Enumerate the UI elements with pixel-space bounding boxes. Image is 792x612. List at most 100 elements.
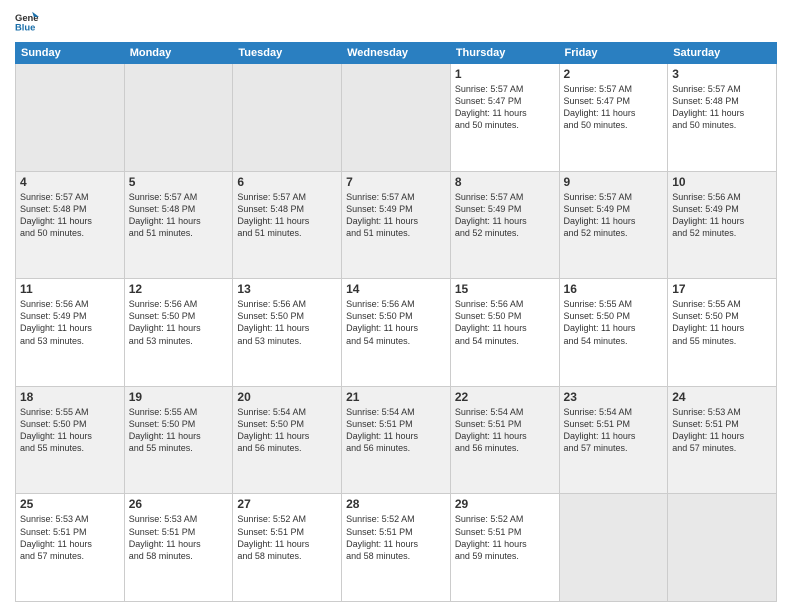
calendar-cell: 3 Sunrise: 5:57 AM Sunset: 5:48 PM Daylig…	[668, 64, 777, 172]
calendar-cell: 16 Sunrise: 5:55 AM Sunset: 5:50 PM Dayli…	[559, 279, 668, 387]
day-info: Sunrise: 5:57 AM Sunset: 5:47 PM Dayligh…	[455, 83, 555, 132]
header-cell-saturday: Saturday	[668, 43, 777, 64]
day-info: Sunrise: 5:54 AM Sunset: 5:51 PM Dayligh…	[455, 406, 555, 455]
day-number: 27	[237, 497, 337, 511]
calendar-cell: 19Sunrise: 5:55 AM Sunset: 5:50 PM Dayli…	[124, 386, 233, 494]
calendar-cell	[668, 494, 777, 602]
day-info: Sunrise: 5:56 AM Sunset: 5:50 PM Dayligh…	[129, 298, 229, 347]
day-info: Sunrise: 5:56 AM Sunset: 5:50 PM Dayligh…	[237, 298, 337, 347]
header-cell-sunday: Sunday	[16, 43, 125, 64]
calendar-cell: 8 Sunrise: 5:57 AM Sunset: 5:49 PM Daylig…	[450, 171, 559, 279]
calendar-cell: 25 Sunrise: 5:53 AM Sunset: 5:51 PM Dayli…	[16, 494, 125, 602]
svg-text:Blue: Blue	[15, 22, 35, 33]
calendar-header: SundayMondayTuesdayWednesdayThursdayFrid…	[16, 43, 777, 64]
day-info: Sunrise: 5:57 AM Sunset: 5:48 PM Dayligh…	[129, 191, 229, 240]
calendar-cell: 15Sunrise: 5:56 AM Sunset: 5:50 PM Dayli…	[450, 279, 559, 387]
day-info: Sunrise: 5:53 AM Sunset: 5:51 PM Dayligh…	[20, 513, 120, 562]
calendar-cell	[16, 64, 125, 172]
header: General Blue	[15, 10, 777, 34]
day-number: 11	[20, 282, 120, 296]
calendar-cell	[233, 64, 342, 172]
calendar-cell: 4Sunrise: 5:57 AM Sunset: 5:48 PM Daylig…	[16, 171, 125, 279]
day-info: Sunrise: 5:52 AM Sunset: 5:51 PM Dayligh…	[346, 513, 446, 562]
day-info: Sunrise: 5:55 AM Sunset: 5:50 PM Dayligh…	[129, 406, 229, 455]
header-cell-thursday: Thursday	[450, 43, 559, 64]
day-info: Sunrise: 5:55 AM Sunset: 5:50 PM Dayligh…	[672, 298, 772, 347]
logo: General Blue	[15, 10, 43, 34]
day-number: 21	[346, 390, 446, 404]
calendar-cell	[342, 64, 451, 172]
day-number: 7	[346, 175, 446, 189]
day-number: 22	[455, 390, 555, 404]
day-info: Sunrise: 5:55 AM Sunset: 5:50 PM Dayligh…	[20, 406, 120, 455]
calendar-cell: 24 Sunrise: 5:53 AM Sunset: 5:51 PM Dayli…	[668, 386, 777, 494]
day-info: Sunrise: 5:57 AM Sunset: 5:48 PM Dayligh…	[237, 191, 337, 240]
day-number: 26	[129, 497, 229, 511]
day-number: 12	[129, 282, 229, 296]
day-info: Sunrise: 5:55 AM Sunset: 5:50 PM Dayligh…	[564, 298, 664, 347]
calendar-cell: 17 Sunrise: 5:55 AM Sunset: 5:50 PM Dayli…	[668, 279, 777, 387]
header-cell-wednesday: Wednesday	[342, 43, 451, 64]
day-info: Sunrise: 5:57 AM Sunset: 5:49 PM Dayligh…	[564, 191, 664, 240]
day-number: 23	[564, 390, 664, 404]
calendar-cell: 9Sunrise: 5:57 AM Sunset: 5:49 PM Daylig…	[559, 171, 668, 279]
day-number: 14	[346, 282, 446, 296]
day-number: 16	[564, 282, 664, 296]
day-number: 4	[20, 175, 120, 189]
day-number: 17	[672, 282, 772, 296]
header-cell-tuesday: Tuesday	[233, 43, 342, 64]
calendar-cell: 26 Sunrise: 5:53 AM Sunset: 5:51 PM Dayli…	[124, 494, 233, 602]
calendar-cell: 14 Sunrise: 5:56 AM Sunset: 5:50 PM Dayli…	[342, 279, 451, 387]
calendar-cell: 7 Sunrise: 5:57 AM Sunset: 5:49 PM Daylig…	[342, 171, 451, 279]
day-info: Sunrise: 5:57 AM Sunset: 5:49 PM Dayligh…	[455, 191, 555, 240]
day-number: 20	[237, 390, 337, 404]
day-info: Sunrise: 5:53 AM Sunset: 5:51 PM Dayligh…	[672, 406, 772, 455]
calendar-cell: 21 Sunrise: 5:54 AM Sunset: 5:51 PM Dayli…	[342, 386, 451, 494]
day-number: 6	[237, 175, 337, 189]
calendar-cell: 10 Sunrise: 5:56 AM Sunset: 5:49 PM Dayli…	[668, 171, 777, 279]
calendar-week-1: 4 Sunrise: 5:57 AM Sunset: 5:48 PM Daylig…	[16, 171, 777, 279]
calendar-cell: 13 Sunrise: 5:56 AM Sunset: 5:50 PM Dayli…	[233, 279, 342, 387]
calendar-cell: 6 Sunrise: 5:57 AM Sunset: 5:48 PM Daylig…	[233, 171, 342, 279]
calendar-week-4: 25 Sunrise: 5:53 AM Sunset: 5:51 PM Dayli…	[16, 494, 777, 602]
calendar-cell: 23 Sunrise: 5:54 AM Sunset: 5:51 PM Dayli…	[559, 386, 668, 494]
day-number: 25	[20, 497, 120, 511]
day-info: Sunrise: 5:53 AM Sunset: 5:51 PM Dayligh…	[129, 513, 229, 562]
day-number: 10	[672, 175, 772, 189]
day-number: 3	[672, 67, 772, 81]
calendar-cell: 29 Sunrise: 5:52 AM Sunset: 5:51 PM Dayli…	[450, 494, 559, 602]
calendar-cell: 2Sunrise: 5:57 AM Sunset: 5:47 PM Daylig…	[559, 64, 668, 172]
day-info: Sunrise: 5:54 AM Sunset: 5:51 PM Dayligh…	[346, 406, 446, 455]
day-number: 5	[129, 175, 229, 189]
header-cell-friday: Friday	[559, 43, 668, 64]
calendar-week-3: 18Sunrise: 5:55 AM Sunset: 5:50 PM Dayli…	[16, 386, 777, 494]
calendar-table: SundayMondayTuesdayWednesdayThursdayFrid…	[15, 42, 777, 602]
calendar-cell: 18Sunrise: 5:55 AM Sunset: 5:50 PM Dayli…	[16, 386, 125, 494]
calendar-cell: 5 Sunrise: 5:57 AM Sunset: 5:48 PM Daylig…	[124, 171, 233, 279]
day-number: 24	[672, 390, 772, 404]
calendar-week-2: 11 Sunrise: 5:56 AM Sunset: 5:49 PM Dayli…	[16, 279, 777, 387]
day-info: Sunrise: 5:57 AM Sunset: 5:48 PM Dayligh…	[672, 83, 772, 132]
calendar-cell	[559, 494, 668, 602]
day-number: 8	[455, 175, 555, 189]
day-number: 13	[237, 282, 337, 296]
logo-icon: General Blue	[15, 10, 39, 34]
calendar-cell: 1 Sunrise: 5:57 AM Sunset: 5:47 PM Daylig…	[450, 64, 559, 172]
day-info: Sunrise: 5:56 AM Sunset: 5:50 PM Dayligh…	[455, 298, 555, 347]
day-info: Sunrise: 5:57 AM Sunset: 5:49 PM Dayligh…	[346, 191, 446, 240]
day-info: Sunrise: 5:56 AM Sunset: 5:49 PM Dayligh…	[20, 298, 120, 347]
day-number: 29	[455, 497, 555, 511]
calendar-cell	[124, 64, 233, 172]
day-info: Sunrise: 5:56 AM Sunset: 5:50 PM Dayligh…	[346, 298, 446, 347]
day-info: Sunrise: 5:52 AM Sunset: 5:51 PM Dayligh…	[237, 513, 337, 562]
calendar-cell: 27 Sunrise: 5:52 AM Sunset: 5:51 PM Dayli…	[233, 494, 342, 602]
day-info: Sunrise: 5:52 AM Sunset: 5:51 PM Dayligh…	[455, 513, 555, 562]
day-info: Sunrise: 5:54 AM Sunset: 5:51 PM Dayligh…	[564, 406, 664, 455]
calendar-cell: 28Sunrise: 5:52 AM Sunset: 5:51 PM Dayli…	[342, 494, 451, 602]
day-number: 1	[455, 67, 555, 81]
day-info: Sunrise: 5:54 AM Sunset: 5:50 PM Dayligh…	[237, 406, 337, 455]
calendar-cell: 22 Sunrise: 5:54 AM Sunset: 5:51 PM Dayli…	[450, 386, 559, 494]
calendar-cell: 11 Sunrise: 5:56 AM Sunset: 5:49 PM Dayli…	[16, 279, 125, 387]
day-info: Sunrise: 5:56 AM Sunset: 5:49 PM Dayligh…	[672, 191, 772, 240]
calendar-body: 1 Sunrise: 5:57 AM Sunset: 5:47 PM Daylig…	[16, 64, 777, 602]
